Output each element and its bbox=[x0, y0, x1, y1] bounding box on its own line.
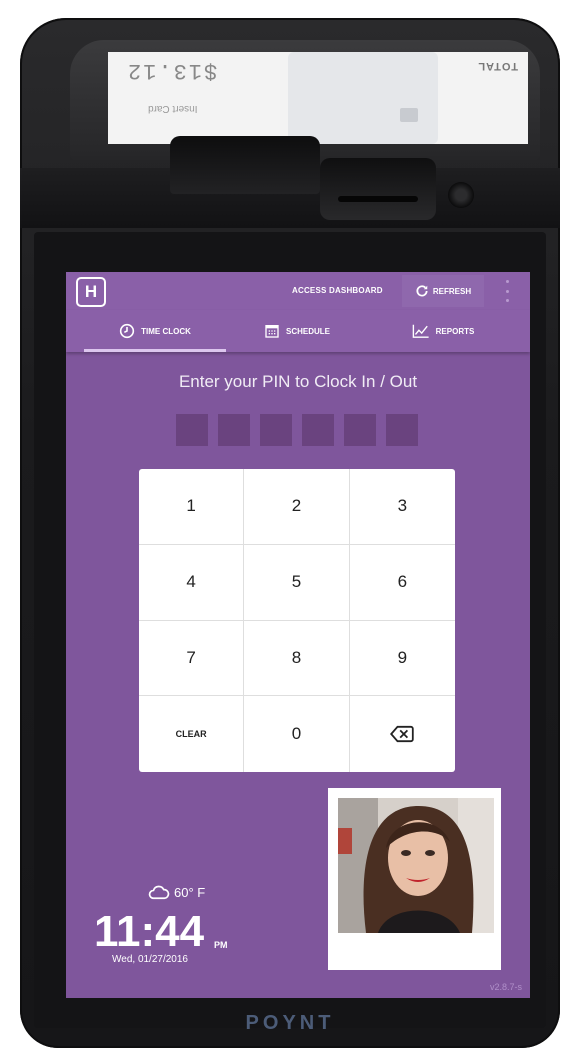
pin-keypad: 1 2 3 4 5 6 7 8 9 CLEAR 0 bbox=[139, 469, 455, 772]
time-period: PM bbox=[214, 940, 228, 950]
tab-time-clock[interactable]: TIME CLOCK bbox=[84, 310, 226, 352]
current-time: 11:44 bbox=[94, 907, 205, 956]
backspace-icon bbox=[390, 726, 415, 743]
app-version: v2.8.7-s bbox=[490, 982, 523, 992]
key-0[interactable]: 0 bbox=[244, 696, 350, 772]
tab-label: TIME CLOCK bbox=[141, 326, 191, 336]
pin-digit-box bbox=[218, 414, 250, 446]
key-4[interactable]: 4 bbox=[139, 544, 245, 621]
pin-digit-box bbox=[176, 414, 208, 446]
key-6[interactable]: 6 bbox=[349, 545, 455, 621]
tab-schedule[interactable]: SCHEDULE bbox=[226, 310, 368, 352]
current-date: Wed, 01/27/2016 bbox=[112, 954, 188, 965]
pin-digit-box bbox=[344, 414, 376, 446]
employee-photo bbox=[328, 788, 501, 970]
key-3[interactable]: 3 bbox=[349, 469, 455, 545]
refresh-icon bbox=[416, 285, 428, 297]
backspace-key[interactable] bbox=[350, 696, 455, 772]
temperature: 60° F bbox=[174, 884, 206, 900]
card-slot bbox=[170, 136, 320, 194]
access-dashboard-button[interactable]: ACCESS DASHBOARD bbox=[292, 272, 383, 310]
key-8[interactable]: 8 bbox=[244, 620, 350, 697]
camera-icon bbox=[448, 182, 474, 208]
key-2[interactable]: 2 bbox=[244, 469, 350, 545]
key-9[interactable]: 9 bbox=[349, 621, 455, 697]
active-tab-indicator bbox=[84, 349, 226, 352]
key-1[interactable]: 1 bbox=[139, 469, 245, 545]
insert-card-label: Insert Card bbox=[148, 103, 198, 114]
app-screen: H ACCESS DASHBOARD REFRESH TIME CLOCK SC… bbox=[66, 272, 530, 998]
pin-prompt: Enter your PIN to Clock In / Out bbox=[178, 372, 418, 391]
tab-reports[interactable]: REPORTS bbox=[368, 310, 518, 352]
card-illustration bbox=[288, 52, 438, 144]
calendar-icon bbox=[265, 325, 279, 338]
refresh-button[interactable]: REFRESH bbox=[402, 275, 484, 307]
weather-widget: 60° F bbox=[148, 884, 205, 900]
tab-bar: TIME CLOCK SCHEDULE REPORTS bbox=[66, 310, 530, 352]
app-logo[interactable]: H bbox=[76, 277, 106, 307]
tab-label: SCHEDULE bbox=[285, 326, 330, 336]
tab-label: REPORTS bbox=[435, 326, 475, 336]
chip-reader-slot bbox=[320, 158, 436, 220]
refresh-label: REFRESH bbox=[432, 286, 472, 296]
chart-icon bbox=[412, 324, 429, 338]
pin-indicator bbox=[176, 414, 418, 446]
total-label: TOTAL bbox=[477, 60, 518, 72]
card-chip-icon bbox=[400, 108, 418, 122]
pin-digit-box bbox=[260, 414, 292, 446]
brand-logo: POYNT bbox=[245, 1012, 335, 1034]
pin-digit-box bbox=[386, 414, 418, 446]
key-5[interactable]: 5 bbox=[244, 544, 350, 621]
clear-key[interactable]: CLEAR bbox=[139, 696, 245, 772]
more-menu-icon[interactable] bbox=[502, 280, 512, 302]
customer-display: Insert Card $13.12 TOTAL bbox=[108, 52, 528, 144]
cloud-icon bbox=[148, 885, 170, 900]
total-amount: $13.12 bbox=[126, 58, 218, 83]
pin-digit-box bbox=[302, 414, 334, 446]
key-7[interactable]: 7 bbox=[139, 620, 245, 697]
clock-icon bbox=[119, 323, 135, 339]
top-bar: H ACCESS DASHBOARD REFRESH bbox=[66, 272, 530, 310]
employee-portrait bbox=[338, 798, 494, 933]
